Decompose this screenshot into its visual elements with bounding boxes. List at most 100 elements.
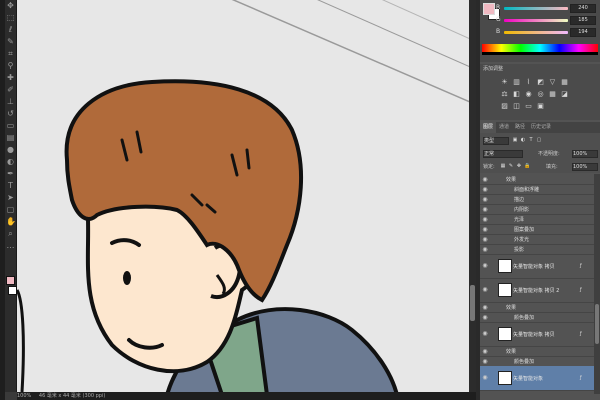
brush-tool-icon[interactable]: ✐ xyxy=(6,84,15,96)
background-color-swatch[interactable] xyxy=(8,286,17,295)
lasso-tool-icon[interactable]: ℓ xyxy=(6,24,15,36)
canvas-scrollbar[interactable] xyxy=(469,0,476,392)
curves-icon[interactable]: ⌇ xyxy=(524,78,533,87)
tab-layers[interactable]: 图层 xyxy=(480,122,497,133)
mixer-icon[interactable]: ◎ xyxy=(536,90,545,99)
document-canvas[interactable] xyxy=(17,0,469,392)
lock-pixels-icon[interactable]: ▦ xyxy=(500,163,506,169)
visibility-eye-icon[interactable]: ◉ xyxy=(482,286,488,293)
path-select-tool-icon[interactable]: ➤ xyxy=(6,192,15,204)
visibility-eye-icon[interactable]: ◉ xyxy=(482,186,488,193)
visibility-eye-icon[interactable]: ◉ xyxy=(482,314,488,321)
visibility-eye-icon[interactable]: ◉ xyxy=(482,330,488,337)
camera-icon[interactable]: ◉ xyxy=(524,90,533,99)
eraser-tool-icon[interactable]: ▭ xyxy=(6,120,15,132)
hand-tool-icon[interactable]: ✋ xyxy=(6,216,16,228)
exposure-icon[interactable]: ◩ xyxy=(536,78,545,87)
hue-icon[interactable]: ▦ xyxy=(560,78,569,87)
healing-tool-icon[interactable]: ✚ xyxy=(6,72,15,84)
layer-thumbnail[interactable] xyxy=(498,327,512,341)
sun-icon[interactable]: ☀ xyxy=(500,78,509,87)
filter-type-icon[interactable]: T xyxy=(528,137,534,143)
visibility-eye-icon[interactable]: ◉ xyxy=(482,236,488,243)
zoom-tool-icon[interactable]: ⌕ xyxy=(6,228,15,240)
layers-scrollbar[interactable] xyxy=(594,174,600,394)
visibility-eye-icon[interactable]: ◉ xyxy=(482,358,488,365)
red-value[interactable]: 240 xyxy=(570,4,596,13)
eye xyxy=(123,271,131,285)
zoom-level[interactable]: 100% xyxy=(17,393,31,399)
blend-mode-select[interactable]: 正常 xyxy=(483,150,523,158)
color-spectrum-dark[interactable] xyxy=(482,52,598,55)
shape-tool-icon[interactable]: ▢ xyxy=(6,204,15,216)
visibility-eye-icon[interactable]: ◉ xyxy=(482,348,488,355)
opacity-input[interactable]: 100% xyxy=(572,150,598,158)
layer-thumbnail[interactable] xyxy=(498,259,512,273)
filter-shape-icon[interactable]: ▢ xyxy=(536,137,542,143)
layers-scroll-thumb[interactable] xyxy=(595,304,599,344)
blur-tool-icon[interactable]: ● xyxy=(6,144,15,156)
fx-badge-icon[interactable]: ƒ xyxy=(580,375,582,381)
selective-icon[interactable]: ▣ xyxy=(536,102,545,111)
lock-all-icon[interactable]: 🔒 xyxy=(524,163,530,169)
visibility-eye-icon[interactable]: ◉ xyxy=(482,304,488,311)
visibility-eye-icon[interactable]: ◉ xyxy=(482,206,488,213)
foreground-color-box[interactable] xyxy=(483,3,495,15)
bw-icon[interactable]: ◧ xyxy=(512,90,521,99)
quick-select-tool-icon[interactable]: ✎ xyxy=(6,36,15,48)
visibility-eye-icon[interactable]: ◉ xyxy=(482,374,488,381)
gradient-icon[interactable]: ▭ xyxy=(524,102,533,111)
visibility-eye-icon[interactable]: ◉ xyxy=(482,226,488,233)
tab-channels[interactable]: 通道 xyxy=(496,122,512,133)
pen-tool-icon[interactable]: ✒ xyxy=(6,168,15,180)
lock-position-icon[interactable]: ✥ xyxy=(516,163,522,169)
green-value[interactable]: 185 xyxy=(570,16,596,25)
foreground-color-swatch[interactable] xyxy=(6,276,15,285)
posterize-icon[interactable]: ▨ xyxy=(500,102,509,111)
red-slider[interactable] xyxy=(504,7,568,10)
visibility-eye-icon[interactable]: ◉ xyxy=(482,196,488,203)
green-slider[interactable] xyxy=(504,19,568,22)
blue-slider[interactable] xyxy=(504,31,568,34)
stamp-tool-icon[interactable]: ⊥ xyxy=(6,96,15,108)
move-tool-icon[interactable]: ✥ xyxy=(6,0,15,12)
layer-row[interactable]: ◉ ƒ 矢量智能对象 拷贝 xyxy=(480,322,594,347)
effect-name: 图案叠加 xyxy=(514,227,535,233)
history-brush-tool-icon[interactable]: ↺ xyxy=(6,108,15,120)
canvas-scroll-thumb[interactable] xyxy=(470,285,475,321)
gradient-tool-icon[interactable]: ▤ xyxy=(6,132,15,144)
threshold-icon[interactable]: ◫ xyxy=(512,102,521,111)
layer-row[interactable]: ◉ ƒ 矢量智能对象 拷贝 xyxy=(480,254,594,279)
visibility-eye-icon[interactable]: ◉ xyxy=(482,246,488,253)
layer-kind-filter[interactable]: 类型 xyxy=(483,137,509,145)
fx-badge-icon[interactable]: ƒ xyxy=(580,287,582,293)
levels-icon[interactable]: ▥ xyxy=(512,78,521,87)
invert-icon[interactable]: ◪ xyxy=(560,90,569,99)
balance-icon[interactable]: ⚖ xyxy=(500,90,509,99)
filter-adjust-icon[interactable]: ◐ xyxy=(520,137,526,143)
extra-tool-icon[interactable]: … xyxy=(6,240,15,252)
eyedropper-tool-icon[interactable]: ⚲ xyxy=(6,60,15,72)
lock-paint-icon[interactable]: ✎ xyxy=(508,163,514,169)
fx-badge-icon[interactable]: ƒ xyxy=(580,263,582,269)
fx-badge-icon[interactable]: ƒ xyxy=(580,331,582,337)
tab-history[interactable]: 历史记录 xyxy=(528,122,554,133)
blue-value[interactable]: 194 xyxy=(570,28,596,37)
layer-thumbnail[interactable] xyxy=(498,283,512,297)
color-spectrum-bar[interactable] xyxy=(482,44,598,52)
layer-row[interactable]: ◉ ƒ 矢量智能对象 拷贝 2 xyxy=(480,278,594,303)
crop-tool-icon[interactable]: ⌗ xyxy=(6,48,15,60)
layer-row[interactable]: ◉ ƒ 矢量智能对象 xyxy=(480,366,594,391)
visibility-eye-icon[interactable]: ◉ xyxy=(482,262,488,269)
type-tool-icon[interactable]: T xyxy=(6,180,15,192)
triangle-icon[interactable]: ▽ xyxy=(548,78,557,87)
tab-paths[interactable]: 路径 xyxy=(512,122,528,133)
layer-thumbnail[interactable] xyxy=(498,371,512,385)
fill-input[interactable]: 100% xyxy=(572,163,598,171)
visibility-eye-icon[interactable]: ◉ xyxy=(482,176,488,183)
dodge-tool-icon[interactable]: ◐ xyxy=(6,156,15,168)
grid-icon[interactable]: ▦ xyxy=(548,90,557,99)
visibility-eye-icon[interactable]: ◉ xyxy=(482,216,488,223)
marquee-tool-icon[interactable]: ⬚ xyxy=(6,12,15,24)
filter-pixel-icon[interactable]: ▣ xyxy=(512,137,518,143)
